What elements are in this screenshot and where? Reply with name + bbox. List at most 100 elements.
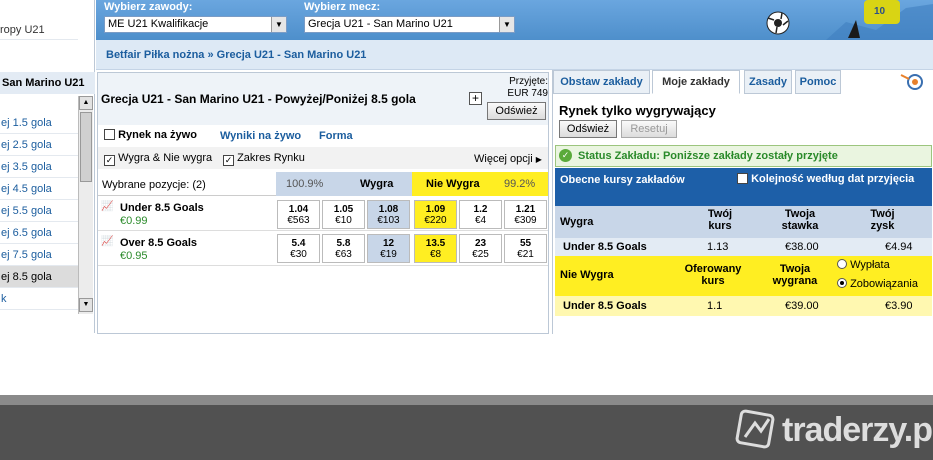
liability-label: Zobowiązania bbox=[850, 278, 918, 290]
competition-value: ME U21 Kwalifikacje bbox=[108, 18, 209, 30]
bet-panel: Obstaw zakłady Moje zakłady Zasady Pomoc… bbox=[552, 70, 933, 334]
price-cell[interactable]: 23 €25 bbox=[459, 234, 502, 263]
market-title: Grecja U21 - San Marino U21 - Powyżej/Po… bbox=[101, 92, 416, 106]
sidebar-item[interactable]: ej 6.5 gola bbox=[0, 222, 78, 244]
checkbox-checked[interactable]: ✓ bbox=[104, 155, 115, 166]
price-cell[interactable]: 1.05 €10 bbox=[322, 200, 365, 229]
market-type: Rynek tylko wygrywający bbox=[559, 103, 716, 118]
back-bet-name: Under 8.5 Goals bbox=[563, 241, 647, 253]
market-panel: Grecja U21 - San Marino U21 - Powyżej/Po… bbox=[97, 72, 549, 334]
back-label: Wygra bbox=[360, 178, 394, 190]
matched-value: EUR 749 bbox=[507, 88, 548, 99]
current-odds-label: Obecne kursy zakładów bbox=[560, 174, 685, 186]
lay-bet-win: €39.00 bbox=[785, 300, 819, 312]
svg-text:10: 10 bbox=[874, 6, 886, 17]
best-back-price[interactable]: 12 €19 bbox=[367, 234, 410, 263]
option-win-lose[interactable]: ✓ Wygra & Nie wygra bbox=[104, 152, 212, 166]
option-range[interactable]: ✓ Zakres Rynku bbox=[223, 152, 305, 166]
radio-liability[interactable] bbox=[837, 278, 847, 288]
breadcrumb-link[interactable]: Betfair Piłka nożna » Grecja U21 - San M… bbox=[106, 49, 366, 61]
scroll-thumb[interactable] bbox=[80, 112, 92, 182]
watermark-text: traderzy.pl bbox=[782, 411, 933, 449]
sidebar-item[interactable]: ej 7.5 gola bbox=[0, 244, 78, 266]
scroll-up-icon[interactable]: ▲ bbox=[79, 96, 93, 110]
sidebar-item[interactable]: ej 2.5 gola bbox=[0, 134, 78, 156]
payout-option[interactable]: Wypłata bbox=[837, 259, 890, 271]
tab-help[interactable]: Pomoc bbox=[795, 70, 841, 94]
chevron-down-icon[interactable]: ▼ bbox=[271, 17, 286, 32]
sidebar-item[interactable]: ej 3.5 gola bbox=[0, 156, 78, 178]
match-value: Grecja U21 - San Marino U21 bbox=[308, 18, 453, 30]
best-back-price[interactable]: 1.08 €103 bbox=[367, 200, 410, 229]
top-bar: Wybierz zawody: ME U21 Kwalifikacje ▼ Wy… bbox=[96, 0, 933, 40]
form-link[interactable]: Forma bbox=[319, 130, 353, 142]
back-col-stake: Twoja stawka bbox=[781, 208, 819, 232]
status-text: Status Zakładu: Poniższe zakłady zostały… bbox=[578, 150, 838, 162]
price-cell[interactable]: 55 €21 bbox=[504, 234, 547, 263]
match-select[interactable]: Grecja U21 - San Marino U21 ▼ bbox=[304, 16, 515, 33]
tab-my-bets[interactable]: Moje zakłady bbox=[652, 70, 740, 94]
back-bet-row: Under 8.5 Goals 1.13 €38.00 €4.94 bbox=[555, 238, 932, 256]
runner-name: Under 8.5 Goals bbox=[120, 202, 204, 214]
price-cell[interactable]: 5.4 €30 bbox=[277, 234, 320, 263]
chart-icon[interactable]: 📈 bbox=[101, 236, 113, 247]
more-options[interactable]: Więcej opcji ▶ bbox=[474, 153, 542, 165]
sidebar-item[interactable]: ej 5.5 gola bbox=[0, 200, 78, 222]
sidebar-item[interactable]: ej 1.5 gola bbox=[0, 112, 78, 134]
inplay-checkbox[interactable] bbox=[104, 129, 115, 140]
checkbox-checked[interactable]: ✓ bbox=[223, 155, 234, 166]
inplay-toggle[interactable]: Rynek na żywo bbox=[104, 129, 197, 141]
chart-icon[interactable]: 📈 bbox=[101, 201, 113, 212]
footer-bar: traderzy.pl bbox=[0, 405, 933, 460]
back-percentage: 100.9% bbox=[286, 178, 324, 190]
current-odds-bar: Obecne kursy zakładów Kolejność według d… bbox=[555, 168, 932, 206]
back-col-odds: Twój kurs bbox=[707, 208, 733, 232]
tab-rules[interactable]: Zasady bbox=[744, 70, 792, 94]
lay-percentage: 99.2% bbox=[504, 178, 536, 190]
lay-col-odds: Oferowany kurs bbox=[684, 263, 742, 287]
scroll-down-icon[interactable]: ▼ bbox=[79, 298, 93, 312]
back-bet-profit: €4.94 bbox=[885, 241, 913, 253]
sidebar-scrollbar[interactable]: ▲ ▼ bbox=[78, 96, 93, 314]
back-col-profit: Twój zysk bbox=[870, 208, 895, 232]
lay-bets-header: Nie Wygra Oferowany kurs Twoja wygrana W… bbox=[555, 256, 932, 296]
check-icon: ✓ bbox=[559, 149, 572, 162]
runner-name: Over 8.5 Goals bbox=[120, 237, 198, 249]
order-checkbox[interactable] bbox=[737, 173, 748, 184]
more-options-label: Więcej opcji bbox=[474, 153, 533, 165]
add-market-icon[interactable]: + bbox=[469, 92, 482, 105]
tab-place-bets[interactable]: Obstaw zakłady bbox=[553, 70, 650, 94]
lay-bet-row: Under 8.5 Goals 1.1 €39.00 €3.90 bbox=[555, 296, 932, 316]
chevron-down-icon[interactable]: ▼ bbox=[499, 17, 514, 32]
best-lay-price[interactable]: 1.09 €220 bbox=[414, 200, 457, 229]
watermark-logo-icon bbox=[735, 409, 775, 449]
back-bet-stake: €38.00 bbox=[785, 241, 819, 253]
sidebar-competition[interactable]: ropy U21 bbox=[0, 20, 78, 40]
reset-button[interactable]: Resetuj bbox=[621, 120, 677, 138]
status-box: ✓ Status Zakładu: Poniższe zakłady zosta… bbox=[555, 145, 932, 167]
option-range-label: Zakres Rynku bbox=[237, 152, 305, 164]
refresh-icon[interactable] bbox=[899, 71, 927, 93]
runner-pl: €0.99 bbox=[120, 215, 148, 227]
refresh-bets-button[interactable]: Odśwież bbox=[559, 120, 617, 138]
liability-option[interactable]: Zobowiązania bbox=[837, 278, 918, 290]
best-lay-price[interactable]: 13.5 €8 bbox=[414, 234, 457, 263]
order-by-date[interactable]: Kolejność według dat przyjęcia bbox=[737, 173, 914, 185]
match-label: Wybierz mecz: bbox=[304, 1, 381, 13]
lay-bet-liability: €3.90 bbox=[885, 300, 913, 312]
order-by-date-label: Kolejność według dat przyjęcia bbox=[751, 173, 915, 185]
radio-payout[interactable] bbox=[837, 259, 847, 269]
sidebar-item-active[interactable]: ej 8.5 gola bbox=[0, 266, 78, 288]
price-cell[interactable]: 1.21 €309 bbox=[504, 200, 547, 229]
lay-col-win: Twoja wygrana bbox=[772, 263, 818, 287]
price-cell[interactable]: 1.2 €4 bbox=[459, 200, 502, 229]
football-player-icon: 10 bbox=[766, 0, 933, 40]
price-cell[interactable]: 5.8 €63 bbox=[322, 234, 365, 263]
sidebar-item[interactable]: k bbox=[0, 288, 78, 310]
live-results-link[interactable]: Wyniki na żywo bbox=[220, 130, 301, 142]
refresh-button[interactable]: Odśwież bbox=[487, 102, 546, 120]
price-cell[interactable]: 1.04 €563 bbox=[277, 200, 320, 229]
sidebar-item[interactable]: ej 4.5 gola bbox=[0, 178, 78, 200]
competition-select[interactable]: ME U21 Kwalifikacje ▼ bbox=[104, 16, 287, 33]
sidebar-match-header[interactable]: San Marino U21 bbox=[0, 72, 95, 94]
